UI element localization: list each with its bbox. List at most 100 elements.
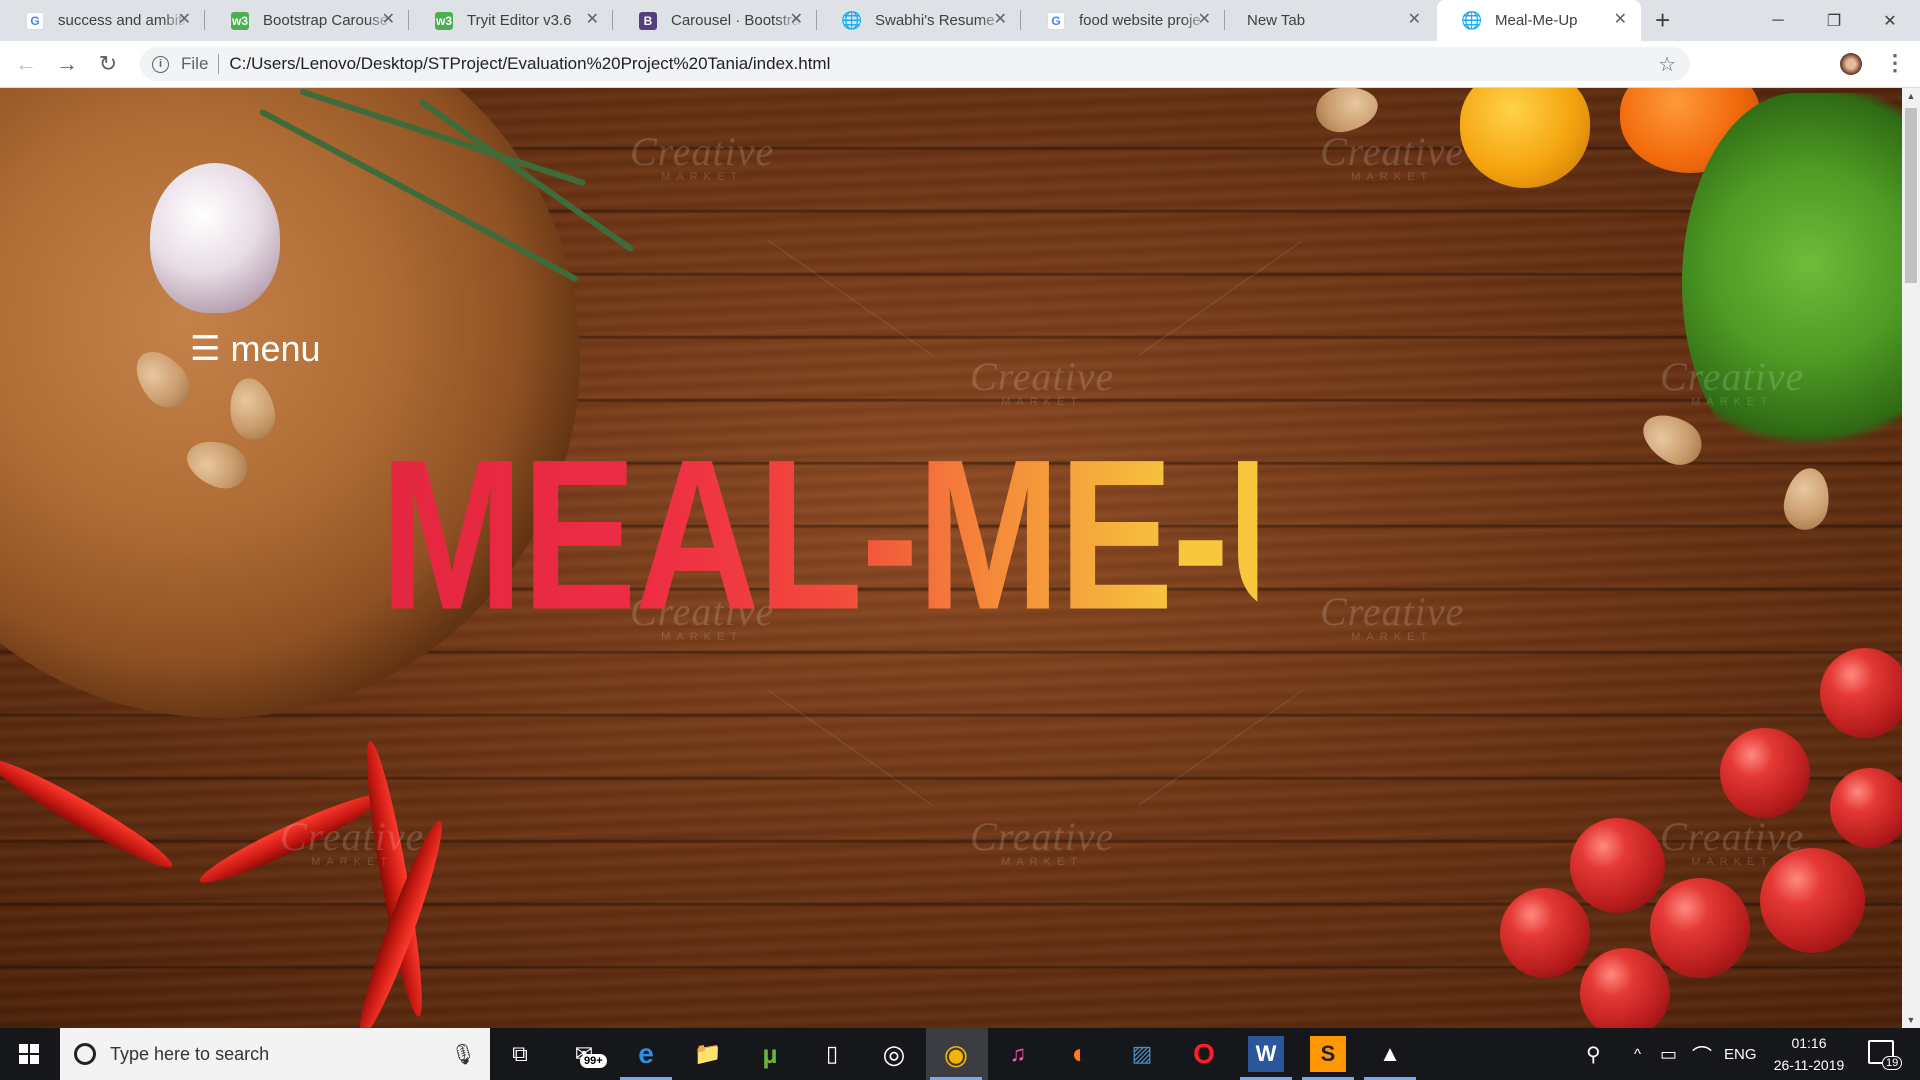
address-bar[interactable]: i File C:/Users/Lenovo/Desktop/STProject… xyxy=(140,47,1690,81)
app-icon[interactable]: ▨ xyxy=(1124,1036,1160,1072)
restore-button[interactable]: ❐ xyxy=(1806,0,1862,41)
scroll-thumb[interactable] xyxy=(1905,108,1917,283)
back-button[interactable]: ← xyxy=(12,50,40,78)
firefox-icon[interactable]: ◐ xyxy=(1062,1036,1098,1072)
new-tab-button[interactable]: + xyxy=(1655,6,1670,34)
tab-swabhis-resume[interactable]: 🌐 Swabhi's Resume ✕ xyxy=(817,0,1021,41)
tomato-image xyxy=(1570,818,1665,913)
scheme-label: File xyxy=(181,54,209,73)
language-indicator[interactable]: ENG xyxy=(1724,1028,1757,1080)
windows-logo-icon xyxy=(19,1044,39,1064)
tab-tryit-editor[interactable]: w3 Tryit Editor v3.6 ✕ xyxy=(409,0,613,41)
tab-title: food website proje xyxy=(1079,12,1201,29)
word-icon[interactable]: W xyxy=(1240,1036,1292,1080)
close-icon[interactable]: ✕ xyxy=(1198,11,1211,29)
opera-icon[interactable]: O xyxy=(1186,1036,1222,1072)
edge-icon[interactable]: e xyxy=(620,1036,672,1080)
sublime-icon[interactable]: S xyxy=(1302,1036,1354,1080)
extension-badge-icon[interactable]: ? xyxy=(1786,53,1808,75)
watermark: CreativeMARKET xyxy=(1660,354,1805,408)
tab-strip: G success and ambiti ✕ w3 Bootstrap Caro… xyxy=(0,0,1920,41)
watermark: CreativeMARKET xyxy=(630,129,775,183)
start-button[interactable] xyxy=(0,1028,58,1080)
watermark-line xyxy=(1138,690,1303,806)
globe-icon: 🌐 xyxy=(1461,10,1483,30)
close-icon[interactable]: ✕ xyxy=(1408,11,1421,29)
chili-pepper-image xyxy=(0,749,179,878)
window-close-button[interactable]: ✕ xyxy=(1862,0,1918,41)
cortana-icon xyxy=(74,1043,96,1065)
w3schools-icon: w3 xyxy=(231,11,249,30)
menu-button[interactable]: ☰ menu xyxy=(190,328,321,370)
close-icon[interactable]: ✕ xyxy=(994,11,1007,29)
tomato-image xyxy=(1820,648,1902,738)
taskbar: Type here to search 🎙 ⧉ ✉ 99+ e 📁 µ ▯ ◎ … xyxy=(0,1028,1920,1080)
mail-badge: 99+ xyxy=(580,1054,607,1068)
info-icon[interactable]: i xyxy=(152,55,169,73)
tab-title: Tryit Editor v3.6 xyxy=(467,12,572,29)
close-icon[interactable]: ✕ xyxy=(1614,11,1627,29)
yellow-pepper-image xyxy=(1460,88,1590,188)
tab-title: Swabhi's Resume xyxy=(875,12,995,29)
tab-title: Meal-Me-Up xyxy=(1495,12,1578,29)
avatar[interactable] xyxy=(1840,53,1862,75)
chrome-icon[interactable]: ◉ xyxy=(930,1036,982,1080)
watermark: CreativeMARKET xyxy=(1660,814,1805,868)
tomato-image xyxy=(1830,768,1902,848)
clock-time: 01:16 xyxy=(1791,1035,1827,1051)
clock[interactable]: 01:16 26-11-2019 xyxy=(1764,1032,1854,1076)
notification-count: 19 xyxy=(1882,1056,1903,1070)
forward-button[interactable]: → xyxy=(53,50,81,78)
tab-food-website-project[interactable]: G food website proje ✕ xyxy=(1021,0,1225,41)
tab-meal-me-up[interactable]: 🌐 Meal-Me-Up ✕ xyxy=(1437,0,1641,41)
browser-toolbar: ← → ↻ i File C:/Users/Lenovo/Desktop/STP… xyxy=(0,41,1920,88)
bookmark-star-icon[interactable]: ☆ xyxy=(1658,52,1676,77)
tab-title: Carousel · Bootstra xyxy=(671,12,801,29)
tab-title: New Tab xyxy=(1247,12,1306,29)
watermark-line xyxy=(768,240,933,356)
minimize-button[interactable]: ─ xyxy=(1750,0,1806,41)
tab-new-tab[interactable]: New Tab ✕ xyxy=(1225,0,1435,41)
bootstrap-icon: B xyxy=(639,11,657,30)
tab-bootstrap-carousel-docs[interactable]: B Carousel · Bootstra ✕ xyxy=(613,0,817,41)
task-view-icon[interactable]: ⧉ xyxy=(502,1036,538,1072)
tomato-image xyxy=(1650,878,1750,978)
hero-title: MEAL-ME-UP xyxy=(380,414,1465,655)
reload-button[interactable]: ↻ xyxy=(94,50,122,78)
almond-image xyxy=(1634,404,1710,474)
grammarly-icon[interactable]: G xyxy=(1706,53,1728,75)
tab-success-and-ambition[interactable]: G success and ambiti ✕ xyxy=(0,0,205,41)
tomato-image xyxy=(1720,728,1810,818)
w3schools-icon: w3 xyxy=(435,11,453,30)
globe-icon: 🌐 xyxy=(841,10,863,30)
close-icon[interactable]: ✕ xyxy=(382,11,395,29)
watermark-line xyxy=(768,690,933,806)
microgreens-image xyxy=(1682,93,1902,473)
google-icon: G xyxy=(1047,11,1065,30)
close-icon[interactable]: ✕ xyxy=(586,11,599,29)
taskbar-search[interactable]: Type here to search 🎙 xyxy=(60,1028,490,1080)
clock-date: 26-11-2019 xyxy=(1773,1057,1845,1073)
itunes-icon[interactable]: ♫ xyxy=(1000,1036,1036,1072)
battery-icon[interactable]: ▭ xyxy=(1660,1028,1677,1080)
show-hidden-icons-chevron-icon[interactable]: ^ xyxy=(1634,1028,1641,1080)
close-icon[interactable]: ✕ xyxy=(178,11,191,29)
scroll-up-arrow-icon[interactable]: ▲ xyxy=(1902,88,1920,104)
page-scrollbar[interactable]: ▲ ▼ xyxy=(1902,88,1920,1028)
scroll-down-arrow-icon[interactable]: ▼ xyxy=(1902,1012,1920,1028)
close-icon[interactable]: ✕ xyxy=(790,11,803,29)
people-icon[interactable]: ⚲ xyxy=(1586,1028,1601,1080)
wifi-icon[interactable]: ⌒ xyxy=(1692,1028,1712,1080)
extension-icon[interactable]: ▬ xyxy=(1746,53,1768,75)
tomato-image xyxy=(1500,888,1590,978)
file-icon[interactable]: ▯ xyxy=(814,1036,850,1072)
media-player-icon[interactable]: ◎ xyxy=(876,1036,912,1072)
url-text[interactable]: C:/Users/Lenovo/Desktop/STProject/Evalua… xyxy=(229,54,830,74)
tab-bootstrap-carousel[interactable]: w3 Bootstrap Carouse ✕ xyxy=(205,0,409,41)
microphone-icon[interactable]: 🎙 xyxy=(451,1042,476,1067)
file-explorer-icon[interactable]: 📁 xyxy=(690,1036,726,1072)
tab-title: Bootstrap Carouse xyxy=(263,12,389,29)
utorrent-icon[interactable]: µ xyxy=(752,1036,788,1072)
photos-icon[interactable]: ▲ xyxy=(1364,1036,1416,1080)
browser-menu-button[interactable]: ⋮ xyxy=(1884,50,1906,76)
